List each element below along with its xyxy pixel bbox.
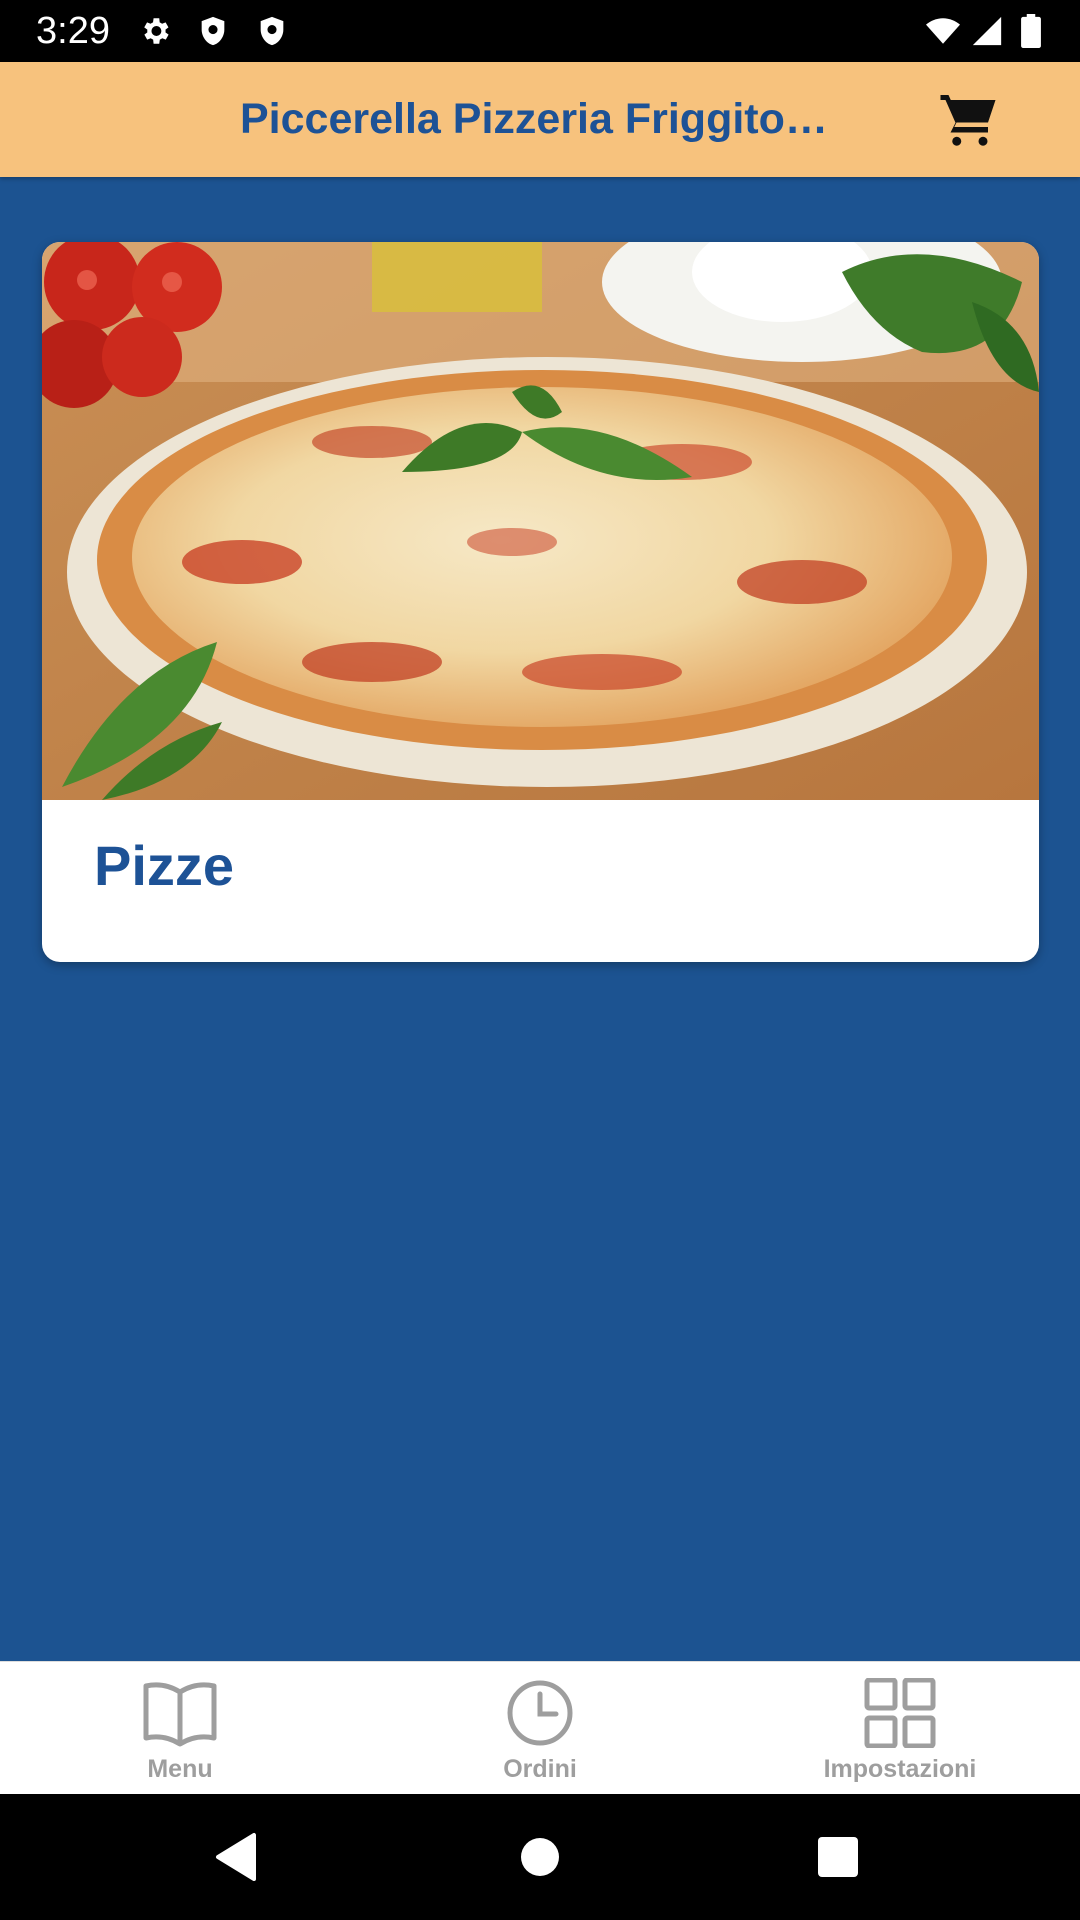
cart-icon bbox=[940, 95, 996, 146]
wifi-icon bbox=[922, 14, 964, 48]
status-bar: 3:29 bbox=[0, 0, 1080, 62]
nav-label-menu: Menu bbox=[147, 1755, 213, 1783]
main-content: Pizze bbox=[0, 177, 1080, 1661]
battery-icon bbox=[1016, 14, 1046, 48]
nav-item-menu[interactable]: Menu bbox=[0, 1662, 360, 1795]
book-icon bbox=[142, 1678, 218, 1748]
nav-item-impostazioni[interactable]: Impostazioni bbox=[720, 1662, 1080, 1795]
category-title: Pizze bbox=[94, 834, 235, 897]
grid-icon bbox=[862, 1678, 938, 1748]
clock-icon bbox=[502, 1678, 578, 1748]
app-bar: Piccerella Pizzeria Friggitori... bbox=[0, 62, 1080, 177]
recents-icon bbox=[818, 1837, 858, 1877]
status-time: 3:29 bbox=[36, 10, 110, 52]
nav-label-ordini: Ordini bbox=[503, 1755, 577, 1783]
shield-icon bbox=[196, 14, 230, 48]
home-icon bbox=[521, 1838, 559, 1876]
shield-icon bbox=[255, 14, 289, 48]
app-title: Piccerella Pizzeria Friggitori... bbox=[240, 95, 840, 143]
recents-button[interactable] bbox=[808, 1827, 868, 1887]
settings-icon bbox=[138, 14, 172, 48]
pizza-photo bbox=[42, 242, 1039, 800]
home-button[interactable] bbox=[510, 1827, 570, 1887]
back-icon bbox=[216, 1833, 256, 1881]
system-nav bbox=[0, 1794, 1080, 1920]
nav-item-ordini[interactable]: Ordini bbox=[360, 1662, 720, 1795]
signal-icon bbox=[970, 14, 1004, 48]
cart-button[interactable] bbox=[938, 90, 998, 150]
bottom-nav: Menu Ordini Impostazioni bbox=[0, 1661, 1080, 1795]
category-card-pizze[interactable]: Pizze bbox=[42, 242, 1039, 962]
back-button[interactable] bbox=[210, 1827, 270, 1887]
nav-label-impostazioni: Impostazioni bbox=[823, 1755, 977, 1783]
